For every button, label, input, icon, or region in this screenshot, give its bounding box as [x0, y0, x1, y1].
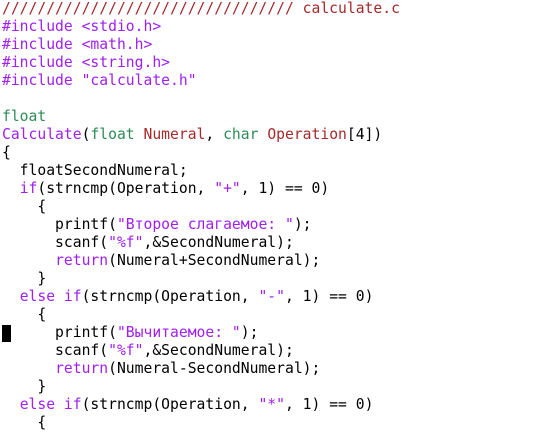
code-line[interactable]: {	[2, 414, 46, 432]
code-line[interactable]: float	[2, 108, 46, 126]
code-token: (Numeral-SecondNumeral);	[108, 360, 321, 377]
code-line[interactable]: #include "calculate.h"	[2, 72, 197, 90]
code-token: scanf(	[2, 234, 109, 251]
code-token: "%f"	[108, 342, 144, 359]
code-token: ,&SecondNumeral);	[143, 342, 294, 359]
code-token: ,	[205, 126, 224, 143]
code-token: "-"	[258, 288, 285, 305]
code-token: {	[2, 414, 47, 431]
code-token: Calculate	[2, 126, 82, 143]
code-token: printf(	[2, 324, 117, 341]
code-line[interactable]: else if(strncmp(Operation, "-", 1) == 0)	[2, 288, 374, 306]
code-token: #include	[2, 72, 82, 89]
code-token: "*"	[258, 396, 285, 413]
code-token: <string.h>	[81, 54, 171, 71]
code-token: }	[2, 378, 47, 395]
code-line[interactable]: printf("Вычитаемое: ");	[2, 324, 258, 342]
code-token: "Вычитаемое: "	[116, 324, 241, 341]
code-token: ///////////////////////////////// calcul…	[2, 0, 400, 17]
code-token: (strncmp(Operation,	[81, 396, 259, 413]
code-token: printf(	[2, 216, 117, 233]
code-line[interactable]: #include <stdio.h>	[2, 18, 161, 36]
code-token: Operation	[267, 126, 347, 143]
code-token: );	[293, 216, 312, 233]
code-line[interactable]: if(strncmp(Operation, "+", 1) == 0)	[2, 180, 330, 198]
code-token: #include	[2, 36, 82, 53]
code-line[interactable]: scanf("%f",&SecondNumeral);	[2, 342, 294, 360]
code-token: floatSecondNumeral;	[2, 162, 188, 179]
code-token: (Numeral+SecondNumeral);	[108, 252, 321, 269]
code-line[interactable]: scanf("%f",&SecondNumeral);	[2, 234, 294, 252]
code-line[interactable]: {	[2, 144, 11, 162]
code-line[interactable]: #include <math.h>	[2, 36, 152, 54]
code-line[interactable]: printf("Второе слагаемое: ");	[2, 216, 312, 234]
code-token: {	[2, 306, 47, 323]
code-token: , 1) == 0)	[240, 180, 330, 197]
code-token: #include	[2, 18, 82, 35]
code-token: return	[55, 252, 109, 269]
code-token: float	[2, 108, 47, 125]
code-line[interactable]: return(Numeral-SecondNumeral);	[2, 360, 320, 378]
code-token: ,&SecondNumeral);	[143, 234, 294, 251]
code-token: {	[2, 144, 11, 161]
code-token: <stdio.h>	[81, 18, 162, 35]
code-token: "Второе слагаемое: "	[116, 216, 294, 233]
code-token: Numeral	[143, 126, 206, 143]
code-token: scanf(	[2, 342, 109, 359]
code-line[interactable]: }	[2, 378, 46, 396]
code-token: {	[2, 198, 47, 215]
code-token: return	[55, 360, 109, 377]
code-line[interactable]: #include <string.h>	[2, 54, 170, 72]
code-line[interactable]: }	[2, 270, 46, 288]
code-token: else if	[19, 288, 82, 305]
code-token: (strncmp(Operation,	[81, 288, 259, 305]
code-line[interactable]: floatSecondNumeral;	[2, 162, 188, 180]
code-token: else if	[19, 396, 82, 413]
code-token: [4])	[346, 126, 383, 143]
code-token: <math.h>	[81, 36, 153, 53]
code-line[interactable]: return(Numeral+SecondNumeral);	[2, 252, 320, 270]
code-line[interactable]: Calculate(float Numeral, char Operation[…	[2, 126, 382, 144]
code-token: (strncmp(Operation,	[37, 180, 215, 197]
code-token: char	[223, 126, 259, 143]
code-line[interactable]: {	[2, 198, 46, 216]
code-token: "%f"	[108, 234, 144, 251]
code-token: if	[19, 180, 38, 197]
code-line[interactable]: {	[2, 306, 46, 324]
code-editor[interactable]: ///////////////////////////////// calcul…	[0, 0, 537, 437]
code-token: , 1) == 0)	[284, 288, 374, 305]
code-token: float	[90, 126, 135, 143]
code-line[interactable]: else if(strncmp(Operation, "*", 1) == 0)	[2, 396, 374, 414]
code-token: }	[2, 270, 47, 287]
code-token: "calculate.h"	[81, 72, 197, 89]
code-token: #include	[2, 54, 82, 71]
text-cursor	[2, 325, 11, 342]
code-token: , 1) == 0)	[284, 396, 374, 413]
code-line[interactable]: ///////////////////////////////// calcul…	[2, 0, 400, 18]
code-token: "+"	[214, 180, 241, 197]
code-token: );	[240, 324, 259, 341]
